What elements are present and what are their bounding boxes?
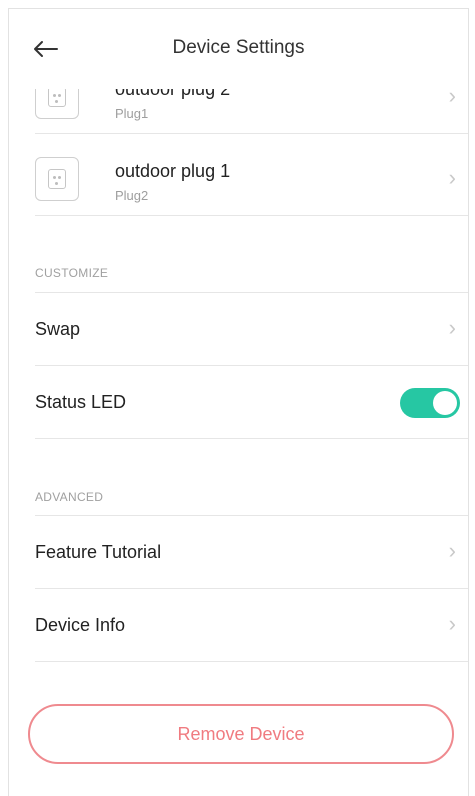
chevron-right-icon: › [448, 165, 456, 190]
device-info-label: Device Info [35, 615, 126, 635]
plug-icon [35, 157, 79, 201]
device-subtitle: Plug2 [115, 188, 149, 203]
chevron-right-icon: › [448, 611, 456, 636]
swap-label: Swap [35, 319, 81, 339]
toggle-knob [433, 391, 457, 415]
device-subtitle: Plug1 [115, 106, 149, 121]
page-title: Device Settings [172, 37, 305, 58]
status-led-toggle[interactable] [400, 388, 460, 418]
chevron-right-icon: › [448, 538, 456, 563]
top-bar: Device Settings [9, 9, 468, 89]
chevron-right-icon: › [448, 315, 456, 340]
device-row-2[interactable]: outdoor plug 1 Plug2 › [35, 143, 468, 216]
device-info-item[interactable]: Device Info › [35, 589, 468, 662]
feature-tutorial-label: Feature Tutorial [35, 542, 162, 562]
feature-tutorial-item[interactable]: Feature Tutorial › [35, 516, 468, 589]
remove-device-button[interactable]: Remove Device [28, 704, 454, 764]
status-led-item: Status LED [35, 366, 468, 439]
device-name: outdoor plug 1 [115, 161, 231, 181]
section-customize-title: CUSTOMIZE [35, 266, 109, 280]
swap-item[interactable]: Swap › [35, 293, 468, 366]
device-settings-screen: outdoor plug 2 Plug1 › outdoor plug 1 Pl… [8, 8, 469, 796]
section-advanced-title: ADVANCED [35, 490, 104, 504]
status-led-label: Status LED [35, 392, 127, 412]
